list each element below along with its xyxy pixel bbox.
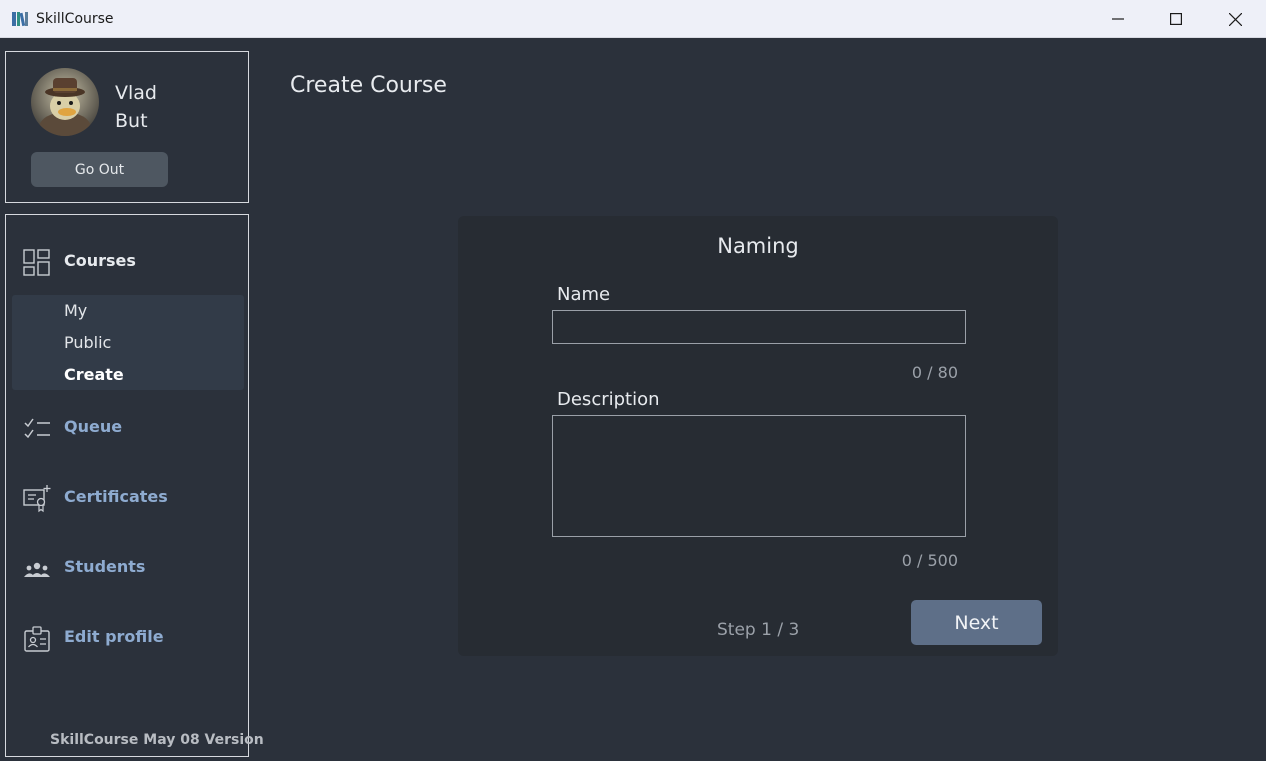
close-icon xyxy=(1228,12,1242,26)
close-button[interactable] xyxy=(1206,0,1264,38)
description-char-counter: 0 / 500 xyxy=(901,551,958,570)
sidebar-item-certificates[interactable]: Certificates xyxy=(6,477,248,517)
sidebar-item-students[interactable]: Students xyxy=(6,547,248,587)
user-first-name: Vlad xyxy=(115,82,157,104)
submenu-item-create[interactable]: Create xyxy=(64,365,124,384)
description-label: Description xyxy=(557,389,660,410)
maximize-icon xyxy=(1170,13,1182,25)
submenu-item-my[interactable]: My xyxy=(64,301,87,320)
submenu-item-public[interactable]: Public xyxy=(64,333,111,352)
courses-submenu: My Public Create xyxy=(12,295,244,390)
next-button[interactable]: Next xyxy=(911,600,1042,645)
checklist-icon xyxy=(24,418,50,439)
app-title: SkillCourse xyxy=(36,11,114,27)
name-input[interactable] xyxy=(552,310,966,344)
certificate-icon xyxy=(23,485,51,513)
sidebar-item-label: Queue xyxy=(64,417,123,436)
minimize-icon xyxy=(1112,18,1124,20)
sidebar-item-label: Edit profile xyxy=(64,627,164,646)
step-indicator: Step 1 / 3 xyxy=(717,620,800,640)
card-title: Naming xyxy=(717,234,799,258)
sidebar-item-queue[interactable]: Queue xyxy=(6,407,248,447)
create-course-card: Naming Name 0 / 80 Description 0 / 500 S… xyxy=(458,216,1058,656)
name-label: Name xyxy=(557,284,611,305)
sidebar-item-label: Courses xyxy=(64,251,136,270)
sidebar-item-edit-profile[interactable]: Edit profile xyxy=(6,617,248,657)
books-icon xyxy=(12,12,28,27)
sidebar-item-label: Students xyxy=(64,557,146,576)
page-title: Create Course xyxy=(290,73,447,98)
description-input[interactable] xyxy=(552,415,966,537)
name-char-counter: 0 / 80 xyxy=(911,363,958,382)
version-label: SkillCourse May 08 Version xyxy=(50,732,264,748)
people-icon xyxy=(24,562,50,577)
profile-panel: Vlad But Go Out xyxy=(5,51,249,203)
sidebar-item-courses[interactable]: Courses xyxy=(6,241,248,281)
sidebar-nav: Courses My Public Create Queue Certifica… xyxy=(5,214,264,757)
sidebar-item-label: Certificates xyxy=(64,487,168,506)
minimize-button[interactable] xyxy=(1089,0,1147,38)
maximize-button[interactable] xyxy=(1147,0,1205,38)
user-last-name: But xyxy=(115,110,148,132)
go-out-button[interactable]: Go Out xyxy=(31,152,168,187)
avatar xyxy=(31,68,99,136)
grid-icon xyxy=(23,249,50,276)
id-badge-icon xyxy=(24,626,50,652)
title-bar: SkillCourse xyxy=(0,0,1266,38)
duck-avatar-image xyxy=(31,68,99,136)
